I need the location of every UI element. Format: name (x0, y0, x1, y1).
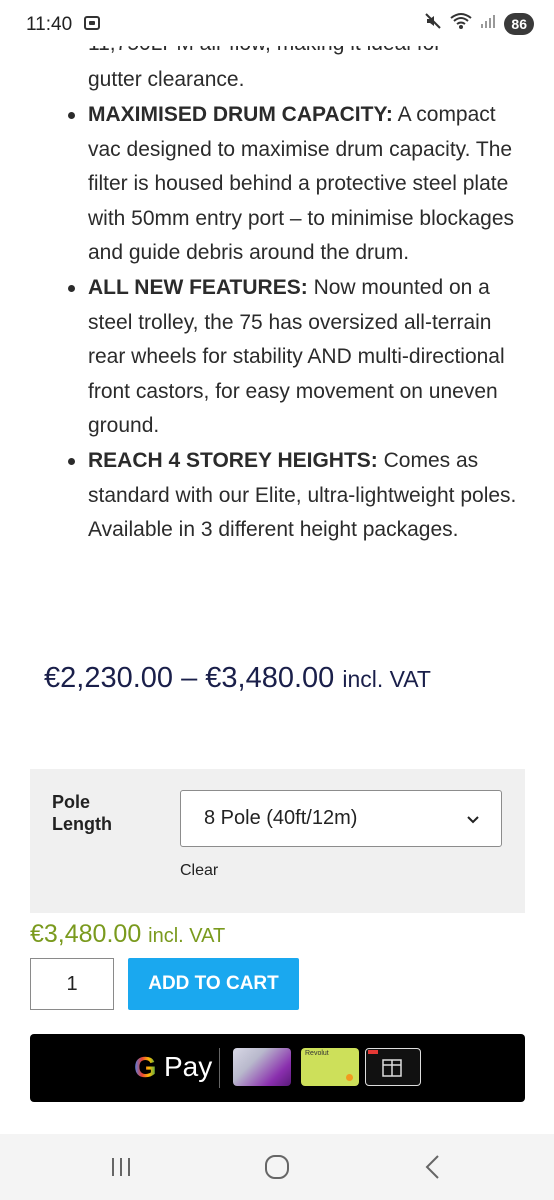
pole-length-select[interactable]: 8 Pole (40ft/12m) (180, 790, 502, 847)
screen-record-icon (84, 16, 100, 30)
system-nav-bar (0, 1134, 554, 1200)
price-range: €2,230.00 – €3,480.00 incl. VAT (44, 662, 431, 695)
list-item: MAXIMISED DRUM CAPACITY: A compact vac d… (52, 98, 532, 271)
google-pay-button[interactable]: G Pay Revolut (30, 1034, 525, 1102)
chevron-down-icon (467, 816, 479, 824)
variation-panel: Pole Length 8 Pole (40ft/12m) Clear (30, 769, 525, 913)
battery-indicator: 86 (504, 12, 534, 35)
mute-icon (424, 12, 442, 35)
wifi-icon (450, 12, 473, 35)
selected-price-amount: €3,480.00 (30, 920, 142, 948)
status-time: 11:40 (26, 14, 73, 35)
home-icon[interactable] (264, 1154, 290, 1180)
gpay-label: Pay (164, 1051, 213, 1082)
card-label: Revolut (305, 1050, 329, 1057)
feature-text: A compact vac designed to maximise drum … (88, 103, 514, 265)
feature-title: ALL NEW FEATURES: (88, 275, 308, 299)
clear-link[interactable]: Clear (180, 862, 218, 880)
add-to-cart-button[interactable]: ADD TO CART (128, 958, 299, 1010)
quantity-input[interactable]: 1 (30, 958, 114, 1010)
feature-title: REACH 4 STOREY HEIGHTS: (88, 448, 378, 472)
feature-text: Now mounted on a steel trolley, the 75 h… (88, 275, 505, 438)
card-thumbnail (365, 1048, 421, 1086)
selected-price-vat: incl. VAT (148, 925, 226, 947)
pole-length-label-text: Pole Length (52, 792, 112, 834)
pole-length-selected: 8 Pole (40ft/12m) (204, 807, 358, 829)
status-bar: 11:40 86 (0, 0, 554, 46)
feature-list: MAXIMISED DRUM CAPACITY: A compact vac d… (52, 98, 532, 548)
list-item: ALL NEW FEATURES: Now mounted on a steel… (52, 271, 532, 444)
price-range-vat: incl. VAT (342, 666, 431, 692)
selected-price: €3,480.00 incl. VAT (30, 920, 225, 949)
price-range-amount: €2,230.00 – €3,480.00 (44, 662, 335, 694)
description-continuation: gutter clearance. (88, 68, 245, 91)
recent-apps-icon[interactable] (110, 1156, 132, 1178)
bullet-icon (68, 284, 75, 292)
gift-card-icon (368, 1050, 402, 1077)
card-thumbnail: Revolut (301, 1048, 359, 1086)
feature-title: MAXIMISED DRUM CAPACITY: (88, 103, 393, 126)
card-network-icon (346, 1074, 353, 1081)
signal-icon (480, 13, 496, 34)
google-g-logo: G (134, 1052, 157, 1085)
google-g-letter: G (134, 1052, 157, 1084)
back-icon[interactable] (422, 1154, 442, 1180)
list-item: REACH 4 STOREY HEIGHTS: Comes as standar… (52, 444, 532, 548)
pole-length-label: Pole Length (52, 791, 132, 835)
card-thumbnail (233, 1048, 291, 1086)
bullet-icon (68, 457, 75, 465)
status-icons: 86 (424, 12, 534, 35)
gpay-divider (219, 1048, 220, 1088)
bullet-icon (68, 112, 75, 119)
